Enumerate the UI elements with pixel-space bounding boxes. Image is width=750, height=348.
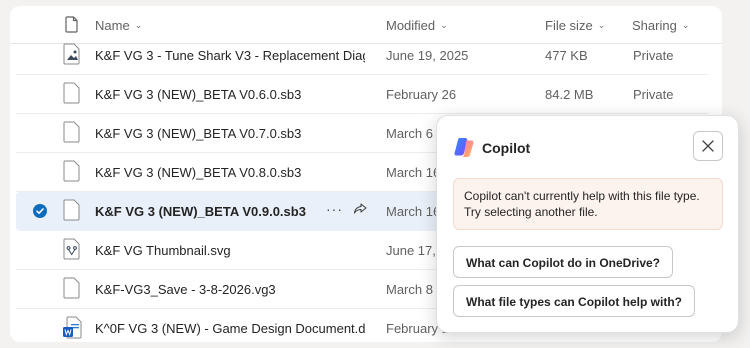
suggestion-file-types-button[interactable]: What file types can Copilot help with? xyxy=(453,285,696,317)
file-name[interactable]: K&F-VG3_Save - 3-8-2026.vg3 xyxy=(95,282,365,297)
vector-file-icon xyxy=(63,238,81,263)
copilot-title: Copilot xyxy=(482,140,531,156)
generic-file-icon xyxy=(63,121,81,146)
column-header-modified[interactable]: Modified ⌄ xyxy=(386,18,448,33)
file-name[interactable]: K&F VG 3 (NEW)_BETA V0.6.0.sb3 xyxy=(95,87,365,102)
chevron-down-icon: ⌄ xyxy=(134,20,143,30)
chevron-down-icon: ⌄ xyxy=(597,20,606,30)
file-sharing: Private xyxy=(633,87,674,102)
more-options-button[interactable]: ··· xyxy=(326,201,343,217)
chevron-down-icon: ⌄ xyxy=(440,20,448,30)
close-icon xyxy=(702,140,714,152)
generic-file-icon xyxy=(63,160,81,185)
generic-file-icon xyxy=(63,277,81,302)
file-name[interactable]: K&F VG 3 (NEW)_BETA V0.9.0.sb3 xyxy=(95,204,315,219)
close-button[interactable] xyxy=(693,131,723,161)
suggestion-copilot-onedrive-button[interactable]: What can Copilot do in OneDrive? xyxy=(453,246,674,278)
file-modified: March 16 xyxy=(386,204,441,219)
file-name[interactable]: K&F VG 3 - Tune Shark V3 - Replacement D… xyxy=(95,48,365,63)
file-modified: March 8 xyxy=(386,282,433,297)
selected-checkmark-icon[interactable] xyxy=(33,204,47,221)
file-type-header-icon[interactable] xyxy=(65,16,79,36)
share-icon[interactable] xyxy=(353,202,368,219)
column-header-sharing[interactable]: Sharing ⌄ xyxy=(632,18,689,33)
generic-file-icon xyxy=(63,82,81,107)
generic-file-icon xyxy=(63,199,81,224)
chevron-down-icon: ⌄ xyxy=(681,20,690,30)
column-header-name[interactable]: Name ⌄ xyxy=(95,18,142,33)
column-header-file-size[interactable]: File size ⌄ xyxy=(545,18,605,33)
word-file-icon xyxy=(63,316,83,342)
file-modified: June 19, 2025 xyxy=(386,48,469,63)
file-row[interactable]: K&F VG 3 - Tune Shark V3 - Replacement D… xyxy=(16,36,708,75)
copilot-logo-icon xyxy=(453,136,475,163)
file-modified: March 6 xyxy=(386,126,433,141)
copilot-pane: Copilot Copilot can't currently help wit… xyxy=(436,115,739,333)
file-modified: March 16 xyxy=(386,165,441,180)
file-row[interactable]: K&F VG 3 (NEW)_BETA V0.6.0.sb3 February … xyxy=(16,75,708,114)
file-name[interactable]: K^0F VG 3 (NEW) - Game Design Document.d… xyxy=(95,321,365,336)
file-name[interactable]: K&F VG 3 (NEW)_BETA V0.8.0.sb3 xyxy=(95,165,365,180)
file-name[interactable]: K&F VG Thumbnail.svg xyxy=(95,243,365,258)
file-modified: February 26 xyxy=(386,87,457,102)
image-file-icon xyxy=(63,43,81,68)
copilot-notice: Copilot can't currently help with this f… xyxy=(453,178,723,230)
file-sharing: Private xyxy=(633,48,674,63)
file-name[interactable]: K&F VG 3 (NEW)_BETA V0.7.0.sb3 xyxy=(95,126,365,141)
file-size: 84.2 MB xyxy=(545,87,594,102)
file-size: 477 KB xyxy=(545,48,588,63)
